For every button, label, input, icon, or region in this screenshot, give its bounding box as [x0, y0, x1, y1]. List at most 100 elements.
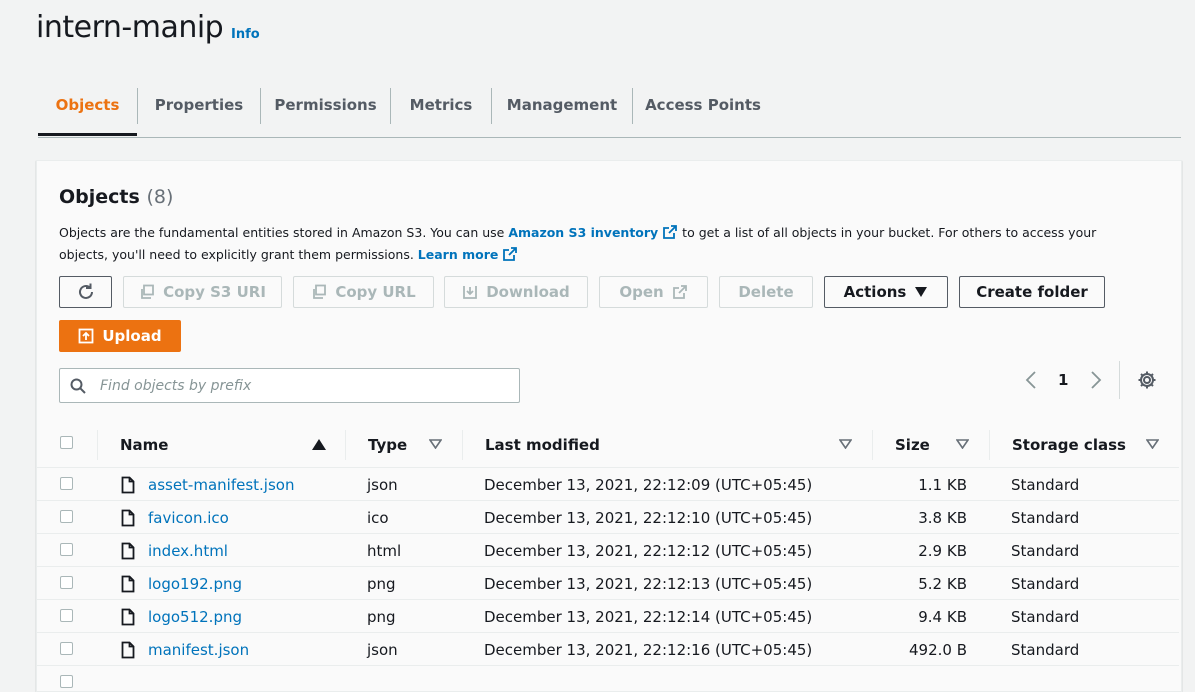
external-link-icon [672, 285, 687, 299]
object-type: json [367, 641, 398, 659]
refresh-icon [78, 283, 93, 299]
object-type: ico [367, 509, 389, 527]
file-icon [121, 641, 135, 659]
object-name-link[interactable]: asset-manifest.json [148, 476, 294, 494]
create-folder-label: Create folder [976, 283, 1088, 301]
row-checkbox[interactable] [60, 543, 73, 556]
row-checkbox[interactable] [60, 576, 73, 589]
objects-heading-label: Objects [59, 186, 140, 208]
learn-more-link[interactable]: Learn more [418, 247, 499, 262]
file-icon [121, 608, 135, 626]
caret-down-icon [915, 287, 928, 297]
copy-s3-uri-label: Copy S3 URI [163, 283, 266, 301]
table-row: asset-manifest.json json December 13, 20… [37, 467, 1179, 501]
row-checkbox[interactable] [60, 510, 73, 523]
tab-management[interactable]: Management [492, 88, 632, 123]
column-header-storage-class[interactable]: Storage class [1012, 436, 1126, 454]
tab-access-points[interactable]: Access Points [633, 88, 773, 123]
upload-icon [78, 328, 94, 344]
tab-permissions[interactable]: Permissions [261, 88, 390, 123]
chevron-right-icon[interactable] [1089, 371, 1103, 389]
select-all-checkbox[interactable] [60, 436, 73, 449]
object-size: 2.9 KB [918, 542, 967, 560]
chevron-left-icon[interactable] [1024, 371, 1038, 389]
gear-icon[interactable] [1137, 370, 1157, 390]
object-size: 1.1 KB [918, 476, 967, 494]
row-checkbox[interactable] [60, 642, 73, 655]
copy-s3-uri-button[interactable]: Copy S3 URI [123, 276, 282, 308]
object-name-link[interactable]: manifest.json [148, 641, 249, 659]
column-header-last-modified[interactable]: Last modified [485, 436, 600, 454]
current-page[interactable]: 1 [1058, 371, 1068, 389]
object-last-modified: December 13, 2021, 22:12:10 (UTC+05:45) [484, 509, 813, 527]
object-last-modified: December 13, 2021, 22:12:14 (UTC+05:45) [484, 608, 813, 626]
object-storage-class: Standard [1011, 641, 1080, 659]
object-name-link[interactable]: favicon.ico [148, 509, 229, 527]
sort-icon[interactable] [956, 439, 969, 449]
object-last-modified: December 13, 2021, 22:12:16 (UTC+05:45) [484, 641, 813, 659]
sort-icon[interactable] [429, 439, 442, 449]
object-storage-class: Standard [1011, 509, 1080, 527]
create-folder-button[interactable]: Create folder [959, 276, 1105, 308]
delete-label: Delete [738, 283, 794, 301]
sort-icon[interactable] [839, 439, 852, 449]
download-label: Download [486, 283, 570, 301]
object-type: json [367, 476, 398, 494]
object-name-link[interactable]: logo192.png [148, 575, 242, 593]
upload-button[interactable]: Upload [59, 320, 181, 352]
active-tab-indicator [38, 133, 137, 136]
page-title: intern-manip [36, 10, 224, 45]
row-checkbox[interactable] [60, 609, 73, 622]
search-icon [70, 378, 86, 394]
file-icon [121, 575, 135, 593]
sort-ascending-icon[interactable] [312, 439, 326, 450]
sort-icon[interactable] [1146, 439, 1159, 449]
file-icon [121, 542, 135, 560]
tab-properties[interactable]: Properties [138, 88, 260, 123]
tab-objects[interactable]: Objects [38, 88, 137, 123]
object-size: 5.2 KB [918, 575, 967, 593]
open-button[interactable]: Open [599, 276, 708, 308]
search-input[interactable] [98, 376, 502, 395]
object-size: 3.8 KB [918, 509, 967, 527]
table-row: manifest.json json December 13, 2021, 22… [37, 632, 1179, 666]
column-header-type[interactable]: Type [368, 436, 407, 454]
objects-count: (8) [146, 186, 174, 208]
column-separator [989, 430, 990, 460]
column-header-size[interactable]: Size [895, 436, 930, 454]
download-button[interactable]: Download [444, 276, 588, 308]
tab-bar: Objects Properties Permissions Metrics M… [38, 88, 1181, 138]
object-last-modified: December 13, 2021, 22:12:09 (UTC+05:45) [484, 476, 813, 494]
column-separator [345, 430, 346, 460]
object-storage-class: Standard [1011, 575, 1080, 593]
copy-url-label: Copy URL [335, 283, 416, 301]
table-row: favicon.ico ico December 13, 2021, 22:12… [37, 500, 1179, 534]
objects-heading: Objects (8) [59, 186, 173, 208]
object-last-modified: December 13, 2021, 22:12:12 (UTC+05:45) [484, 542, 813, 560]
external-link-icon [663, 225, 678, 239]
tab-metrics[interactable]: Metrics [391, 88, 491, 123]
object-storage-class: Standard [1011, 476, 1080, 494]
object-name-link[interactable]: index.html [148, 542, 228, 560]
description-text: Objects are the fundamental entities sto… [59, 225, 509, 240]
table-row: logo192.png png December 13, 2021, 22:12… [37, 566, 1179, 600]
download-icon [463, 286, 478, 299]
row-checkbox[interactable] [60, 675, 73, 688]
inventory-link[interactable]: Amazon S3 inventory [508, 225, 658, 240]
table-row [37, 665, 1179, 688]
object-storage-class: Standard [1011, 542, 1080, 560]
actions-button[interactable]: Actions [824, 276, 948, 308]
object-type: png [367, 575, 396, 593]
column-separator [462, 430, 463, 460]
object-last-modified: December 13, 2021, 22:12:13 (UTC+05:45) [484, 575, 813, 593]
delete-button[interactable]: Delete [719, 276, 813, 308]
column-header-name[interactable]: Name [120, 436, 168, 454]
row-checkbox[interactable] [60, 477, 73, 490]
open-label: Open [619, 283, 664, 301]
copy-url-button[interactable]: Copy URL [293, 276, 434, 308]
object-size: 492.0 B [908, 641, 967, 659]
copy-icon [141, 284, 154, 299]
refresh-button[interactable] [59, 276, 112, 308]
info-link[interactable]: Info [231, 27, 260, 42]
object-name-link[interactable]: logo512.png [148, 608, 242, 626]
